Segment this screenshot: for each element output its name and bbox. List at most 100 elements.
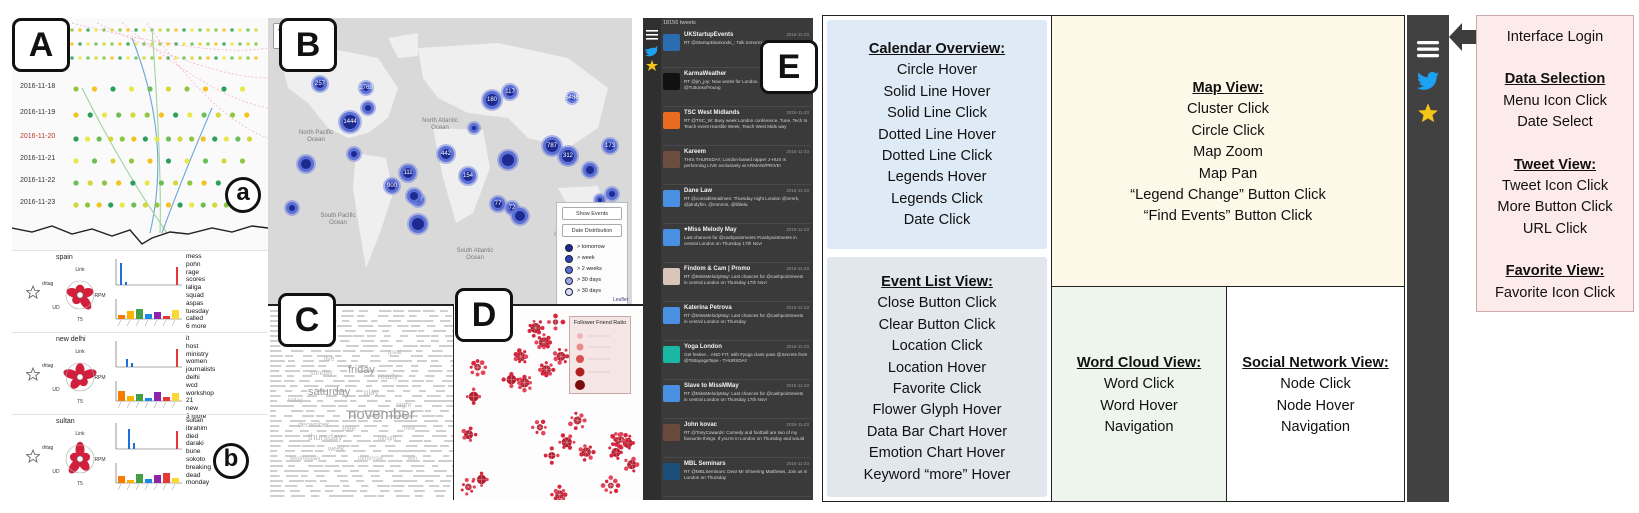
map-cluster[interactable]: 1444 bbox=[340, 112, 360, 132]
network-node[interactable] bbox=[523, 360, 527, 364]
network-node[interactable] bbox=[558, 440, 562, 444]
network-node[interactable] bbox=[472, 485, 476, 489]
tweet-username[interactable]: Dane Law bbox=[684, 188, 712, 194]
network-node[interactable] bbox=[551, 367, 556, 372]
word-cloud-word[interactable]: week bbox=[328, 446, 344, 453]
tweet-item[interactable]: ♥Miss Melody May 2016-11-23 Last chances f… bbox=[663, 225, 811, 263]
calendar-circles[interactable] bbox=[70, 152, 265, 170]
network-node[interactable] bbox=[535, 430, 539, 434]
network-node[interactable] bbox=[557, 348, 562, 352]
network-node[interactable] bbox=[557, 360, 562, 365]
map-legend[interactable]: Show Events Date Distribution > tomorrow… bbox=[556, 202, 628, 304]
calendar-date[interactable]: 2016-11-18 bbox=[20, 83, 55, 90]
word-cloud-word[interactable]: night bbox=[396, 402, 411, 409]
network-node[interactable] bbox=[532, 319, 536, 323]
network-node[interactable] bbox=[562, 492, 568, 497]
word-cloud-word[interactable]: saturday bbox=[308, 386, 350, 398]
map-cluster[interactable] bbox=[298, 156, 314, 172]
network-node[interactable] bbox=[516, 377, 520, 382]
network-node[interactable] bbox=[509, 371, 514, 377]
map-cluster[interactable]: 117 bbox=[503, 85, 517, 99]
network-node[interactable] bbox=[608, 475, 614, 480]
network-node[interactable] bbox=[632, 469, 636, 473]
tweet-item[interactable]: Kareem 2016-11-23 THIS THURSDAY, London-ba… bbox=[663, 147, 811, 185]
network-node[interactable] bbox=[485, 477, 489, 482]
data-bar-chart[interactable] bbox=[114, 257, 184, 329]
tweet-text[interactable]: Last chances for @cashpointmeets #cashpo… bbox=[684, 235, 808, 261]
word-cloud-word[interactable]: december bbox=[298, 422, 329, 429]
network-node[interactable] bbox=[528, 323, 532, 328]
network-node[interactable] bbox=[475, 372, 480, 377]
network-node[interactable] bbox=[623, 466, 629, 471]
map-cluster[interactable] bbox=[362, 102, 374, 114]
tweet-text[interactable]: RT @MissMelodyMay: Last chances for @cas… bbox=[684, 313, 808, 339]
network-node[interactable] bbox=[473, 432, 478, 437]
network-node[interactable] bbox=[538, 320, 543, 324]
map-cluster[interactable]: 442 bbox=[438, 146, 454, 162]
tweet-item[interactable]: Yoga London 2016-11-23 Get festive... AND … bbox=[663, 342, 811, 380]
tweet-username[interactable]: Kareem bbox=[684, 149, 706, 155]
network-node[interactable] bbox=[634, 462, 640, 467]
network-node[interactable] bbox=[611, 442, 615, 447]
tweet-text[interactable]: RT @MissMelodyMay: Last chances for @cas… bbox=[684, 391, 808, 417]
network-node[interactable] bbox=[542, 346, 546, 350]
map-cluster[interactable]: 5486 bbox=[565, 93, 579, 103]
network-node[interactable] bbox=[627, 446, 631, 450]
word-cloud-word[interactable]: tomorrow bbox=[358, 456, 383, 462]
network-node[interactable] bbox=[549, 460, 554, 465]
network-node[interactable] bbox=[546, 335, 551, 341]
network-node[interactable] bbox=[464, 477, 469, 482]
network-node[interactable] bbox=[624, 442, 628, 446]
favorite-star-icon[interactable] bbox=[26, 285, 40, 299]
network-node[interactable] bbox=[528, 380, 532, 385]
network-node[interactable] bbox=[556, 453, 560, 458]
network-node[interactable] bbox=[557, 498, 562, 500]
tweet-username[interactable]: Slave to MissMMay bbox=[684, 383, 739, 389]
map-cluster[interactable]: 2769 bbox=[359, 82, 373, 94]
map-cluster[interactable]: 900 bbox=[385, 179, 399, 193]
tweet-text[interactable]: RT @considitsmailmen: Thursday night Lon… bbox=[684, 196, 808, 222]
calendar-row[interactable]: 2016-11-18 bbox=[12, 80, 268, 98]
tweet-item[interactable]: MBL Seminars 2016-11-23 RT @MBLSeminars: D… bbox=[663, 459, 811, 497]
word-cloud-word[interactable]: sunday bbox=[310, 370, 333, 377]
network-node[interactable] bbox=[477, 394, 482, 399]
network-node[interactable] bbox=[616, 456, 620, 460]
calendar-row[interactable]: 2016-11-20 bbox=[12, 130, 268, 148]
network-node[interactable] bbox=[471, 387, 476, 392]
map-cluster[interactable] bbox=[606, 188, 618, 200]
network-node[interactable] bbox=[583, 444, 587, 448]
network-node[interactable] bbox=[513, 356, 519, 362]
network-node[interactable] bbox=[540, 371, 545, 376]
network-node[interactable] bbox=[579, 452, 584, 457]
network-node[interactable] bbox=[517, 380, 522, 385]
map-legend-item[interactable]: > week bbox=[565, 253, 627, 264]
network-node[interactable] bbox=[553, 313, 558, 319]
map-cluster[interactable]: 111 bbox=[400, 165, 416, 181]
network-node[interactable] bbox=[624, 458, 628, 463]
network-node[interactable] bbox=[549, 446, 554, 451]
twitter-icon[interactable] bbox=[1416, 69, 1440, 93]
network-node[interactable] bbox=[631, 441, 635, 445]
tweet-item[interactable]: Dane Law 2016-11-23 RT @considitsmailmen: … bbox=[663, 186, 811, 224]
tweet-username[interactable]: Yoga London bbox=[684, 344, 722, 350]
map-legend-item[interactable]: > 2 weeks bbox=[565, 264, 627, 275]
word-cloud-word[interactable]: live bbox=[324, 356, 335, 363]
calendar-date[interactable]: 2016-11-19 bbox=[20, 109, 55, 116]
favorite-star-icon[interactable] bbox=[26, 449, 40, 463]
network-node[interactable] bbox=[523, 350, 527, 354]
network-node[interactable] bbox=[516, 348, 522, 353]
network-node[interactable] bbox=[617, 432, 623, 438]
calendar-date[interactable]: 2016-11-23 bbox=[20, 199, 55, 206]
network-node[interactable] bbox=[537, 344, 542, 350]
word-cloud-word[interactable]: ready bbox=[378, 372, 398, 381]
network-node[interactable] bbox=[619, 450, 623, 455]
network-node[interactable] bbox=[609, 490, 613, 494]
tweet-item[interactable]: Katerina Petrova 2016-11-23 RT @MissMelody… bbox=[663, 303, 811, 341]
network-node[interactable] bbox=[604, 488, 608, 492]
calendar-date[interactable]: 2016-11-21 bbox=[20, 155, 55, 162]
network-node[interactable] bbox=[462, 435, 467, 440]
menu-icon[interactable] bbox=[1416, 37, 1440, 61]
network-node[interactable] bbox=[626, 437, 631, 442]
calendar-circles[interactable] bbox=[70, 130, 265, 148]
network-node[interactable] bbox=[582, 418, 587, 423]
